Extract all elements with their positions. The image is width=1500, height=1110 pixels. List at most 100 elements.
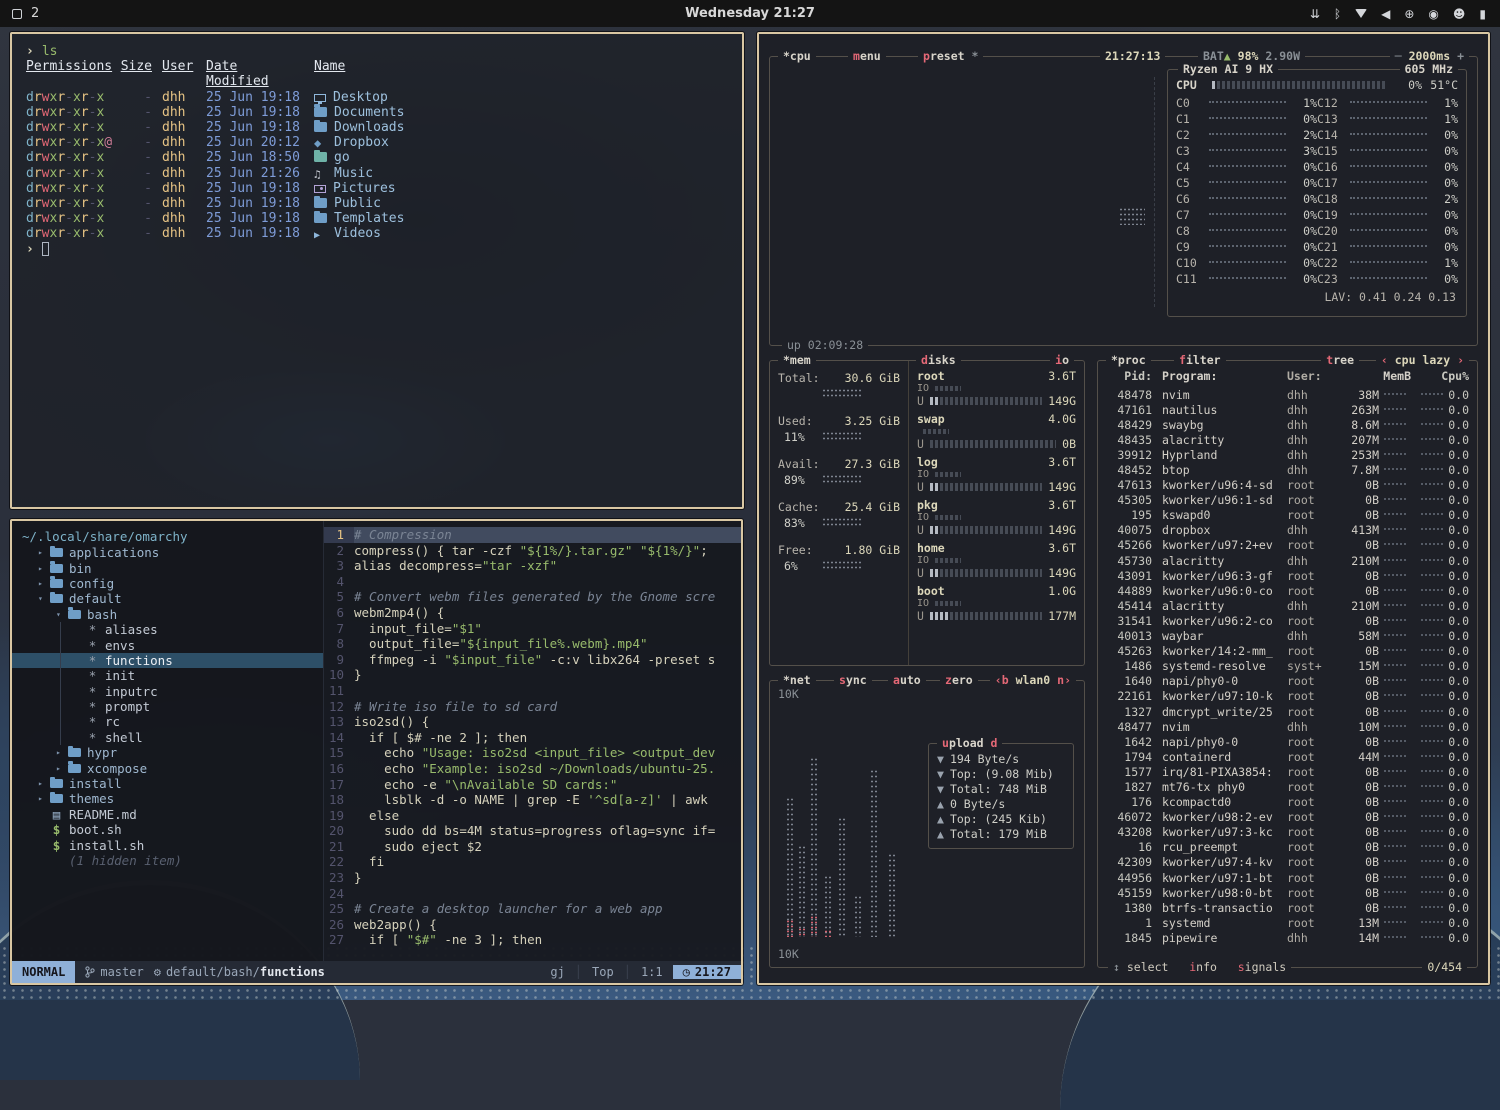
process-row[interactable]: 39912 Hyprland dhh 253M 0.0 — [1106, 447, 1469, 462]
code-line[interactable]: 9 ffmpeg -i "$input_file" -c:v libx264 -… — [324, 652, 741, 668]
select-button[interactable]: select — [1127, 960, 1169, 974]
process-row[interactable]: 1827 mt76-tx phy0 root 0B 0.0 — [1106, 779, 1469, 794]
tree-item[interactable]: ▾ bash — [12, 607, 323, 622]
code-line[interactable]: 18 lsblk -d -o NAME | grep -E '^sd[a-z]'… — [324, 792, 741, 808]
refresh-decrease-button[interactable]: ─ — [1395, 49, 1402, 63]
tree-item[interactable]: rc — [12, 714, 323, 729]
process-row[interactable]: 48435 alacritty dhh 207M 0.0 — [1106, 432, 1469, 447]
code-line[interactable]: 12 # Write iso file to sd card — [324, 699, 741, 715]
code-line[interactable]: 8 output_file="${input_file%.webm}.mp4" — [324, 636, 741, 652]
process-row[interactable]: 43208 kworker/u97:3-kc root 0B 0.0 — [1106, 825, 1469, 840]
process-row[interactable]: 176 kcompactd0 root 0B 0.0 — [1106, 795, 1469, 810]
tab-disks[interactable]: disks — [916, 353, 961, 368]
system-monitor-window[interactable]: *cpu menu preset * 21:27:13 BAT▲ 98% 2.9… — [757, 32, 1490, 985]
process-row[interactable]: 1486 systemd-resolve syst+ 15M 0.0 — [1106, 659, 1469, 674]
preset-button[interactable]: preset * — [918, 49, 983, 64]
process-row[interactable]: 1845 pipewire dhh 14M 0.0 — [1106, 930, 1469, 945]
tree-item[interactable]: ▸ config — [12, 576, 323, 591]
code-line[interactable]: 27 if [ "$#" -ne 3 ]; then — [324, 932, 741, 948]
tree-item[interactable]: ▾ default — [12, 591, 323, 606]
code-line[interactable]: 7 input_file="$1" — [324, 621, 741, 637]
code-line[interactable]: 5 # Convert webm files generated by the … — [324, 589, 741, 605]
terminal-window[interactable]: ›ls Permissions Size User Date Modified … — [10, 32, 744, 509]
net-sync-toggle[interactable]: sync — [834, 673, 872, 688]
net-zero-toggle[interactable]: zero — [940, 673, 978, 688]
process-row[interactable]: 16 rcu_preempt root 0B 0.0 — [1106, 840, 1469, 855]
net-interface-selector[interactable]: ‹b wlan0 n› — [990, 673, 1076, 688]
process-row[interactable]: 47613 kworker/u96:4-sd root 0B 0.0 — [1106, 478, 1469, 493]
process-row[interactable]: 44956 kworker/u97:1-bt root 0B 0.0 — [1106, 870, 1469, 885]
code-line[interactable]: 26 web2app() { — [324, 917, 741, 933]
process-row[interactable]: 48477 nvim dhh 10M 0.0 — [1106, 719, 1469, 734]
process-row[interactable]: 1794 containerd root 44M 0.0 — [1106, 749, 1469, 764]
process-row[interactable]: 45159 kworker/u98:0-bt root 0B 0.0 — [1106, 885, 1469, 900]
code-line[interactable]: 13 iso2sd() { — [324, 714, 741, 730]
code-line[interactable]: 21 sudo eject $2 — [324, 839, 741, 855]
tree-item[interactable]: functions — [12, 653, 323, 668]
info-button[interactable]: info — [1189, 960, 1217, 975]
bluetooth-icon[interactable]: ᛒ — [1334, 7, 1341, 21]
refresh-increase-button[interactable]: + — [1457, 49, 1464, 63]
code-line[interactable]: 24 — [324, 886, 741, 902]
tree-item[interactable]: aliases — [12, 622, 323, 637]
code-line[interactable]: 2 compress() { tar -czf "${1%/}.tar.gz" … — [324, 543, 741, 559]
process-row[interactable]: 45414 alacritty dhh 210M 0.0 — [1106, 598, 1469, 613]
record-icon[interactable]: ◉ — [1428, 7, 1438, 21]
process-row[interactable]: 1640 napi/phy0-0 root 0B 0.0 — [1106, 674, 1469, 689]
filter-button[interactable]: filter — [1174, 353, 1226, 368]
process-row[interactable]: 48429 swaybg dhh 8.6M 0.0 — [1106, 417, 1469, 432]
code-line[interactable]: 11 — [324, 683, 741, 699]
tree-item[interactable]: ▸ xcompose — [12, 760, 323, 775]
code-line[interactable]: 23 } — [324, 870, 741, 886]
tree-item[interactable]: inputrc — [12, 684, 323, 699]
net-auto-toggle[interactable]: auto — [888, 673, 926, 688]
tree-item[interactable]: install.sh — [12, 837, 323, 852]
process-row[interactable]: 1380 btrfs-transactio root 0B 0.0 — [1106, 900, 1469, 915]
code-line[interactable]: 6 webm2mp4() { — [324, 605, 741, 621]
process-row[interactable]: 44889 kworker/u96:0-co root 0B 0.0 — [1106, 583, 1469, 598]
process-row[interactable]: 45263 kworker/14:2-mm_ root 0B 0.0 — [1106, 644, 1469, 659]
wifi-icon[interactable] — [1355, 9, 1367, 18]
editor-window[interactable]: ~/.local/share/omarchy ▸ applications ▸ … — [10, 519, 743, 985]
process-row[interactable]: 40075 dropbox dhh 413M 0.0 — [1106, 523, 1469, 538]
launcher-icon[interactable] — [12, 9, 22, 19]
process-row[interactable]: 1327 dmcrypt_write/25 root 0B 0.0 — [1106, 704, 1469, 719]
io-toggle[interactable]: io — [1050, 353, 1074, 368]
workspace-number[interactable]: 2 — [31, 6, 39, 21]
code-line[interactable]: 17 echo -e "\nAvailable SD cards:" — [324, 777, 741, 793]
process-row[interactable]: 45266 kworker/u97:2+ev root 0B 0.0 — [1106, 538, 1469, 553]
process-row[interactable]: 48478 nvim dhh 38M 0.0 — [1106, 387, 1469, 402]
updates-icon[interactable]: ⇊ — [1310, 7, 1320, 21]
process-row[interactable]: 43091 kworker/u96:3-gf root 0B 0.0 — [1106, 568, 1469, 583]
tree-item[interactable]: ▸ hypr — [12, 745, 323, 760]
process-row[interactable]: 195 kswapd0 root 0B 0.0 — [1106, 508, 1469, 523]
user-icon[interactable]: ☻ — [1453, 7, 1466, 21]
tree-item[interactable]: ▸ themes — [12, 791, 323, 806]
code-line[interactable]: 3 alias decompress="tar -xzf" — [324, 558, 741, 574]
tree-item[interactable]: prompt — [12, 699, 323, 714]
code-line[interactable]: 4 — [324, 574, 741, 590]
tree-toggle[interactable]: tree — [1321, 353, 1359, 368]
code-line[interactable]: 20 sudo dd bs=4M status=progress oflag=s… — [324, 823, 741, 839]
tree-item[interactable]: init — [12, 668, 323, 683]
network-icon[interactable]: ⊕ — [1404, 7, 1414, 21]
tree-item[interactable]: (1 hidden item) — [12, 853, 323, 868]
signals-button[interactable]: signals — [1238, 960, 1286, 975]
process-row[interactable]: 40013 waybar dhh 58M 0.0 — [1106, 629, 1469, 644]
code-line[interactable]: 19 else — [324, 808, 741, 824]
process-row[interactable]: 1642 napi/phy0-0 root 0B 0.0 — [1106, 734, 1469, 749]
code-pane[interactable]: 1 # Compression 2 compress() { tar -czf … — [324, 521, 741, 961]
code-line[interactable]: 1 # Compression — [324, 527, 741, 543]
process-row[interactable]: 22161 kworker/u97:10-k root 0B 0.0 — [1106, 689, 1469, 704]
tree-item[interactable]: envs — [12, 637, 323, 652]
tree-item[interactable]: ▸ install — [12, 776, 323, 791]
tree-item[interactable]: ▸ applications — [12, 545, 323, 560]
tree-item[interactable]: shell — [12, 730, 323, 745]
tree-item[interactable]: README.md — [12, 807, 323, 822]
code-line[interactable]: 14 if [ $# -ne 2 ]; then — [324, 730, 741, 746]
process-row[interactable]: 1577 irq/81-PIXA3854: root 0B 0.0 — [1106, 764, 1469, 779]
code-line[interactable]: 10 } — [324, 667, 741, 683]
tab-cpu[interactable]: *cpu — [778, 49, 816, 64]
process-row[interactable]: 1 systemd root 13M 0.0 — [1106, 915, 1469, 930]
select-arrows-icon[interactable]: ↕ — [1113, 960, 1120, 974]
